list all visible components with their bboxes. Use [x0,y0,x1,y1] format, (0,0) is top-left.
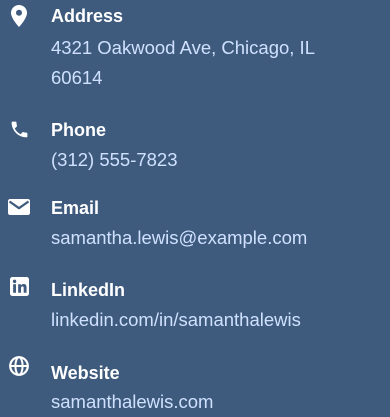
address-line-1: 4321 Oakwood Ave, Chicago, IL [51,37,315,58]
address-label: Address [51,6,124,26]
globe-icon [8,355,30,377]
linkedin-value[interactable]: linkedin.com/in/samanthalewis [51,305,390,335]
email-label: Email [51,198,100,218]
contact-info-list: Address 4321 Oakwood Ave, Chicago, IL 60… [0,0,390,417]
phone-value[interactable]: (312) 555-7823 [51,145,390,175]
address-value: 4321 Oakwood Ave, Chicago, IL 60614 [51,33,390,93]
linkedin-label: LinkedIn [51,280,126,300]
linkedin-url-link[interactable]: linkedin.com/in/samanthalewis [51,305,390,335]
phone-label: Phone [51,120,107,140]
phone-icon [8,118,30,140]
email-value[interactable]: samantha.lewis@example.com [51,223,390,253]
website-label: Website [51,363,120,383]
website-value[interactable]: samanthalewis.com [51,387,390,417]
phone-number[interactable]: (312) 555-7823 [51,145,390,175]
envelope-icon [8,196,30,218]
website-url-link[interactable]: samanthalewis.com [51,387,390,417]
email-address-link[interactable]: samantha.lewis@example.com [51,223,390,253]
address-line-2: 60614 [51,67,103,88]
map-pin-icon [8,5,30,27]
linkedin-icon [8,275,30,297]
